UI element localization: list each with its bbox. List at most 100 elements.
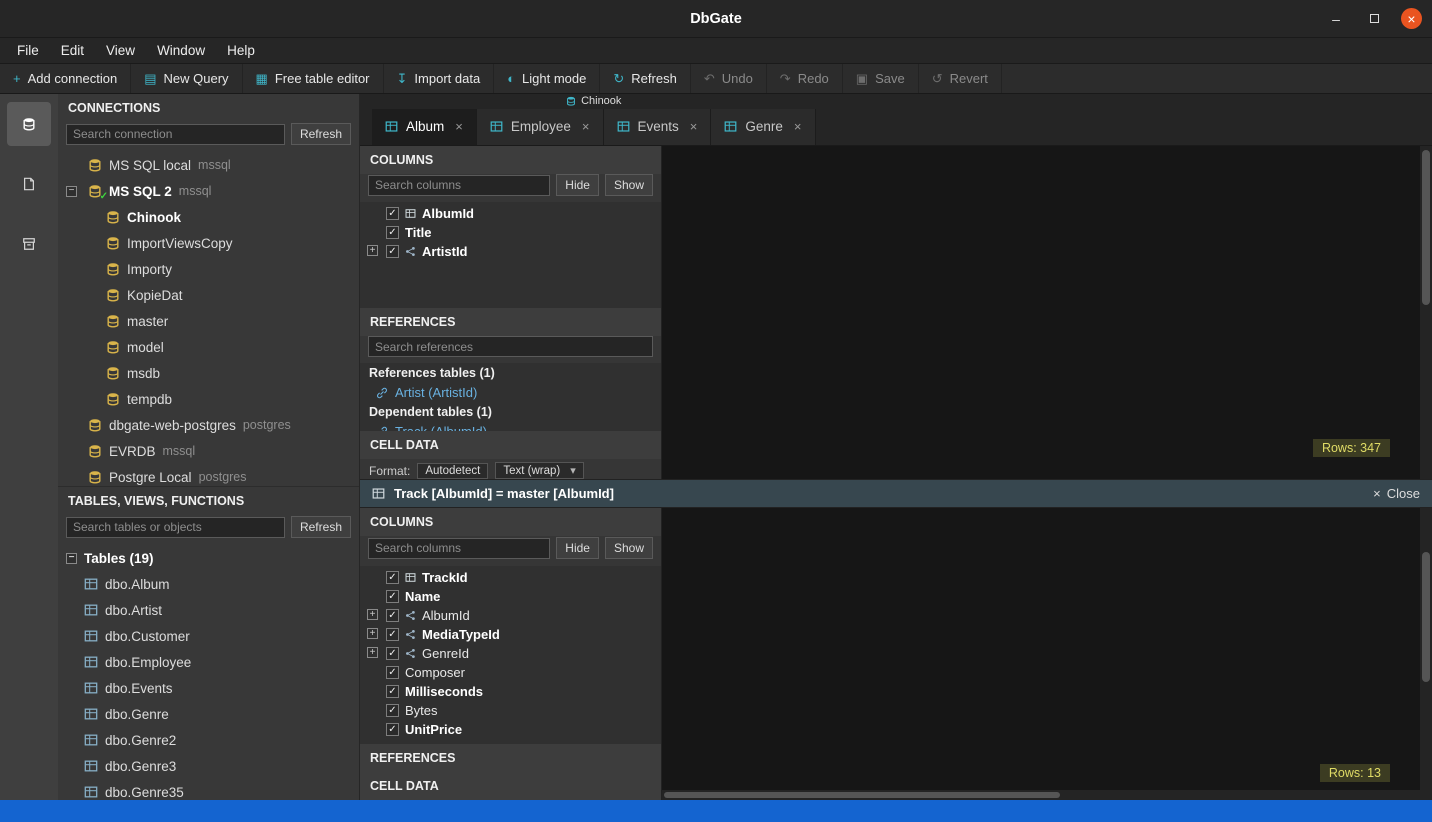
column-item-artistid[interactable]: +✓ArtistId [360, 242, 661, 261]
show-columns-button[interactable]: Show [605, 174, 653, 196]
toolbar-free-table-editor[interactable]: ▦Free table editor [243, 64, 384, 93]
tab-album[interactable]: Album× [372, 109, 477, 145]
connection-item-ms-sql-local[interactable]: MS SQL localmssql [58, 152, 359, 178]
connection-item-importviewscopy[interactable]: ImportViewsCopy [58, 230, 359, 256]
column-item-albumid[interactable]: +✓AlbumId [360, 606, 661, 625]
column-item-title[interactable]: ✓Title [360, 223, 661, 242]
horizontal-scrollbar[interactable] [662, 790, 1420, 800]
toolbar-redo[interactable]: ↷Redo [767, 64, 843, 93]
tables-group[interactable]: −Tables (19) [58, 545, 359, 571]
column-item-trackid[interactable]: ✓TrackId [360, 568, 661, 587]
toolbar-add-connection[interactable]: +Add connection [0, 64, 131, 93]
table-item-dbo-genre2[interactable]: dbo.Genre2 [58, 727, 359, 753]
connection-item-postgre-local[interactable]: Postgre Localpostgres [58, 464, 359, 486]
search-tables-input[interactable] [66, 517, 285, 538]
toolbar-save[interactable]: ▣Save [843, 64, 919, 93]
toolbar-undo[interactable]: ↶Undo [691, 64, 767, 93]
scrollbar-thumb[interactable] [1422, 552, 1430, 682]
connection-item-ms-sql-2[interactable]: −✓MS SQL 2mssql [58, 178, 359, 204]
column-item-bytes[interactable]: ✓Bytes [360, 701, 661, 720]
checkbox-icon[interactable]: ✓ [386, 647, 399, 660]
hide-columns-button[interactable]: Hide [556, 174, 599, 196]
close-tab-icon[interactable]: × [690, 119, 698, 134]
scrollbar-thumb[interactable] [1422, 150, 1430, 305]
toolbar-new-query[interactable]: ▤New Query [131, 64, 242, 93]
expander-icon[interactable]: + [367, 628, 378, 639]
activitybar-files[interactable] [7, 162, 51, 206]
expander-icon[interactable]: − [66, 186, 77, 197]
search-connection-input[interactable] [66, 124, 285, 145]
column-item-milliseconds[interactable]: ✓Milliseconds [360, 682, 661, 701]
connection-item-importy[interactable]: Importy [58, 256, 359, 282]
connection-item-tempdb[interactable]: tempdb [58, 386, 359, 412]
checkbox-icon[interactable]: ✓ [386, 723, 399, 736]
toolbar-revert[interactable]: ↺Revert [919, 64, 1002, 93]
column-item-unitprice[interactable]: ✓UnitPrice [360, 720, 661, 739]
column-item-genreid[interactable]: +✓GenreId [360, 644, 661, 663]
tab-genre[interactable]: Genre× [711, 109, 815, 145]
format-display-select[interactable]: Text (wrap)▾ [495, 462, 583, 479]
checkbox-icon[interactable]: ✓ [386, 685, 399, 698]
menu-help[interactable]: Help [216, 40, 266, 61]
search-references-input[interactable] [368, 336, 653, 357]
column-item-name[interactable]: ✓Name [360, 587, 661, 606]
column-item-albumid[interactable]: ✓AlbumId [360, 204, 661, 223]
table-item-dbo-artist[interactable]: dbo.Artist [58, 597, 359, 623]
connection-item-chinook[interactable]: Chinook [58, 204, 359, 230]
reference-link-track-albumid[interactable]: Track (AlbumId) [360, 422, 661, 431]
close-button[interactable]: × [1401, 8, 1422, 29]
maximize-button[interactable] [1363, 8, 1385, 30]
connection-item-model[interactable]: model [58, 334, 359, 360]
checkbox-icon[interactable]: ✓ [386, 590, 399, 603]
close-detail-button[interactable]: ×Close [1373, 486, 1420, 501]
table-item-dbo-genre[interactable]: dbo.Genre [58, 701, 359, 727]
tab-employee[interactable]: Employee× [477, 109, 604, 145]
menu-view[interactable]: View [95, 40, 146, 61]
checkbox-icon[interactable]: ✓ [386, 666, 399, 679]
minimize-button[interactable]: – [1325, 8, 1347, 30]
connection-item-msdb[interactable]: msdb [58, 360, 359, 386]
checkbox-icon[interactable]: ✓ [386, 207, 399, 220]
column-item-composer[interactable]: ✓Composer [360, 663, 661, 682]
refresh-connections-button[interactable]: Refresh [291, 123, 351, 145]
table-item-dbo-employee[interactable]: dbo.Employee [58, 649, 359, 675]
checkbox-icon[interactable]: ✓ [386, 571, 399, 584]
checkbox-icon[interactable]: ✓ [386, 226, 399, 239]
toolbar-import-data[interactable]: ↧Import data [384, 64, 495, 93]
menu-file[interactable]: File [6, 40, 50, 61]
toolbar-light-mode[interactable]: ◐Light mode [494, 64, 600, 93]
table-item-dbo-album[interactable]: dbo.Album [58, 571, 359, 597]
checkbox-icon[interactable]: ✓ [386, 704, 399, 717]
close-tab-icon[interactable]: × [455, 119, 463, 134]
vertical-scrollbar[interactable] [1420, 508, 1432, 800]
connection-item-evrdb[interactable]: EVRDBmssql [58, 438, 359, 464]
menu-window[interactable]: Window [146, 40, 216, 61]
expander-icon[interactable]: + [367, 609, 378, 620]
show-columns-button[interactable]: Show [605, 537, 653, 559]
checkbox-icon[interactable]: ✓ [386, 609, 399, 622]
close-tab-icon[interactable]: × [582, 119, 590, 134]
reference-link-artist-artistid[interactable]: Artist (ArtistId) [360, 383, 661, 402]
connection-item-master[interactable]: master [58, 308, 359, 334]
scrollbar-thumb[interactable] [664, 792, 1060, 798]
connection-item-kopiedat[interactable]: KopieDat [58, 282, 359, 308]
expander-icon[interactable]: + [367, 245, 378, 256]
table-item-dbo-genre35[interactable]: dbo.Genre35 [58, 779, 359, 800]
menu-edit[interactable]: Edit [50, 40, 95, 61]
column-item-mediatypeid[interactable]: +✓MediaTypeId [360, 625, 661, 644]
tab-events[interactable]: Events× [604, 109, 712, 145]
connection-item-dbgate-web-postgres[interactable]: dbgate-web-postgrespostgres [58, 412, 359, 438]
search-columns-input[interactable] [368, 538, 550, 559]
expander-icon[interactable]: − [66, 553, 77, 564]
search-columns-input[interactable] [368, 175, 550, 196]
hide-columns-button[interactable]: Hide [556, 537, 599, 559]
vertical-scrollbar[interactable] [1420, 146, 1432, 479]
toolbar-refresh[interactable]: ↻Refresh [600, 64, 690, 93]
checkbox-icon[interactable]: ✓ [386, 628, 399, 641]
table-item-dbo-customer[interactable]: dbo.Customer [58, 623, 359, 649]
activitybar-connections[interactable] [7, 102, 51, 146]
close-tab-icon[interactable]: × [794, 119, 802, 134]
format-select[interactable]: Autodetect [417, 463, 488, 479]
expander-icon[interactable]: + [367, 647, 378, 658]
table-item-dbo-genre3[interactable]: dbo.Genre3 [58, 753, 359, 779]
